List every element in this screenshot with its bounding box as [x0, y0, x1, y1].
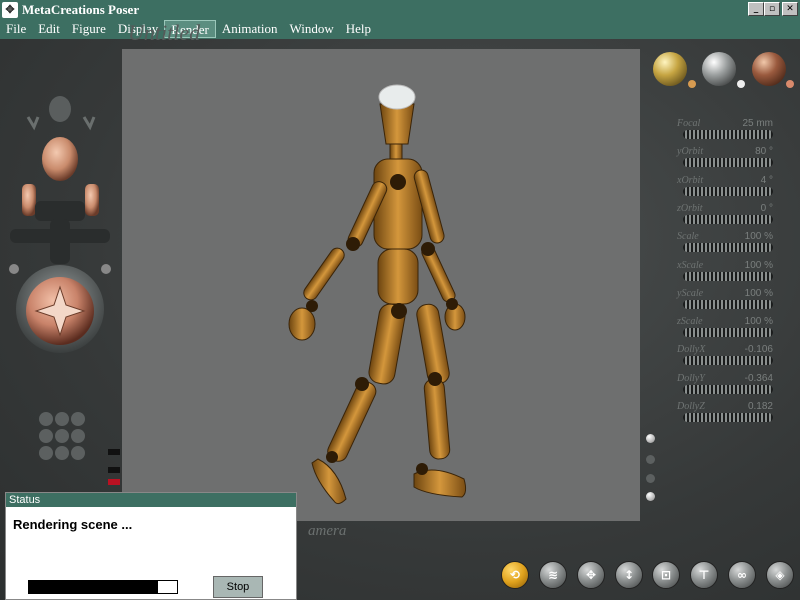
minimize-button[interactable]: _	[748, 2, 764, 16]
dial-yorbit[interactable]: yOrbit 80 °	[675, 146, 775, 174]
document-viewport[interactable]	[122, 49, 640, 521]
dial-zscale[interactable]: zScale 100 %	[675, 316, 775, 344]
light-2-color-icon[interactable]	[737, 80, 745, 88]
dial-xorbit[interactable]: xOrbit 4 °	[675, 175, 775, 203]
dial-value[interactable]: 4 °	[761, 175, 773, 186]
twist-tool-icon[interactable]: ≋	[539, 561, 567, 589]
dial-scale[interactable]: Scale 100 %	[675, 231, 775, 259]
status-message: Rendering scene ...	[13, 517, 133, 532]
dial-label: yOrbit	[677, 146, 704, 158]
dial-value[interactable]: -0.364	[745, 373, 773, 384]
light-2-icon[interactable]	[702, 52, 736, 86]
view-dot-1-icon[interactable]	[646, 434, 655, 443]
left-hand-icon[interactable]	[22, 184, 36, 216]
dial-label: Scale	[677, 231, 699, 243]
view-dot-4-icon[interactable]	[646, 492, 655, 501]
left-dot-icon[interactable]	[9, 264, 19, 274]
translate-in-out-tool-icon[interactable]: ↕	[615, 561, 643, 589]
render-progress-fill	[29, 581, 158, 593]
dial-strip[interactable]	[683, 271, 773, 281]
memory-dots[interactable]	[39, 412, 85, 460]
color-tool-icon[interactable]: ◈	[766, 561, 794, 589]
dial-strip[interactable]	[683, 243, 773, 253]
dial-dollyz[interactable]: DollyZ 0.182	[675, 401, 775, 429]
dial-value[interactable]: 80 °	[755, 146, 773, 157]
document-title: Untitled	[128, 20, 201, 45]
menu-bar: File Edit Figure Display Render Animatio…	[0, 19, 800, 39]
title-bar: ✥ MetaCreations Poser _ ▫ ✕	[0, 0, 800, 19]
dial-dollyy[interactable]: DollyY -0.364	[675, 373, 775, 401]
render-progress-bar	[28, 580, 178, 594]
torso-icon[interactable]	[50, 219, 70, 264]
dial-yscale[interactable]: yScale 100 %	[675, 288, 775, 316]
menu-animation[interactable]: Animation	[216, 20, 284, 38]
window-title: MetaCreations Poser	[22, 1, 140, 17]
dial-strip[interactable]	[683, 214, 773, 224]
mannequin-figure[interactable]	[122, 49, 640, 521]
dial-strip[interactable]	[683, 384, 773, 394]
dial-label: DollyX	[677, 344, 706, 356]
dial-value[interactable]: 100 %	[745, 231, 773, 242]
view-dot-2-icon[interactable]	[646, 455, 655, 464]
taper-tool-icon[interactable]: ⊤	[690, 561, 718, 589]
menu-help[interactable]: Help	[340, 20, 377, 38]
status-title: Status	[6, 493, 296, 507]
light-1-color-icon[interactable]	[688, 80, 696, 88]
chain-break-tool-icon[interactable]: ∞	[728, 561, 756, 589]
dial-value[interactable]: 25 mm	[742, 118, 773, 129]
menu-file[interactable]: File	[0, 20, 32, 38]
dial-value[interactable]: -0.106	[745, 344, 773, 355]
view-dot-3-icon[interactable]	[646, 474, 655, 483]
dial-strip[interactable]	[683, 328, 773, 338]
poser-app-icon[interactable]: ✥	[2, 1, 18, 18]
stop-button[interactable]: Stop	[213, 576, 263, 598]
dial-label: yScale	[677, 287, 704, 299]
dial-value[interactable]: 100 %	[745, 288, 773, 299]
dial-strip[interactable]	[683, 130, 773, 139]
menu-edit[interactable]: Edit	[32, 20, 66, 38]
scale-tool-icon[interactable]: ⊡	[652, 561, 680, 589]
dial-label: zOrbit	[677, 202, 703, 214]
dial-value[interactable]: 100 %	[745, 260, 773, 271]
dial-strip[interactable]	[683, 186, 773, 196]
dial-dollyx[interactable]: DollyX -0.106	[675, 344, 775, 372]
dial-xscale[interactable]: xScale 100 %	[675, 260, 775, 288]
restore-button[interactable]: ▫	[764, 2, 780, 16]
head-icon[interactable]	[42, 137, 78, 181]
right-hand-icon[interactable]	[85, 184, 99, 216]
dial-zorbit[interactable]: zOrbit 0 °	[675, 203, 775, 231]
status-window: Status Rendering scene ... Stop	[5, 492, 297, 600]
camera-label[interactable]: amera	[308, 523, 346, 540]
dial-strip[interactable]	[683, 299, 773, 309]
dial-focal[interactable]: Focal 25 mm	[675, 118, 775, 146]
hair-icon[interactable]	[49, 96, 71, 122]
dial-value[interactable]: 0 °	[761, 203, 773, 214]
right-dot-icon[interactable]	[101, 264, 111, 274]
poser-app: ✥ MetaCreations Poser _ ▫ ✕ File Edit Fi…	[0, 0, 800, 600]
light-3-color-icon[interactable]	[786, 80, 794, 88]
dial-label: DollyY	[677, 372, 705, 384]
dial-label: Focal	[677, 118, 701, 129]
dial-label: zScale	[677, 316, 703, 328]
window-controls: _ ▫ ✕	[748, 2, 798, 16]
dial-label: xOrbit	[677, 174, 704, 186]
dial-value[interactable]: 0.182	[748, 401, 773, 412]
dial-label: xScale	[677, 259, 704, 271]
close-button[interactable]: ✕	[782, 2, 798, 16]
menu-window[interactable]: Window	[283, 20, 339, 38]
translate-tool-icon[interactable]: ✥	[577, 561, 605, 589]
dial-value[interactable]: 100 %	[745, 316, 773, 327]
menu-figure[interactable]: Figure	[66, 20, 112, 38]
light-switches[interactable]	[108, 449, 120, 485]
rotate-tool-icon[interactable]: ⟲	[501, 561, 529, 589]
body-part-selector	[9, 96, 120, 485]
dial-strip[interactable]	[683, 413, 773, 422]
chest-icon[interactable]	[35, 201, 85, 221]
light-3-icon[interactable]	[752, 52, 786, 86]
dial-label: DollyZ	[677, 401, 705, 412]
light-1-icon[interactable]	[653, 52, 687, 86]
dial-strip[interactable]	[683, 356, 773, 366]
dial-strip[interactable]	[683, 158, 773, 168]
